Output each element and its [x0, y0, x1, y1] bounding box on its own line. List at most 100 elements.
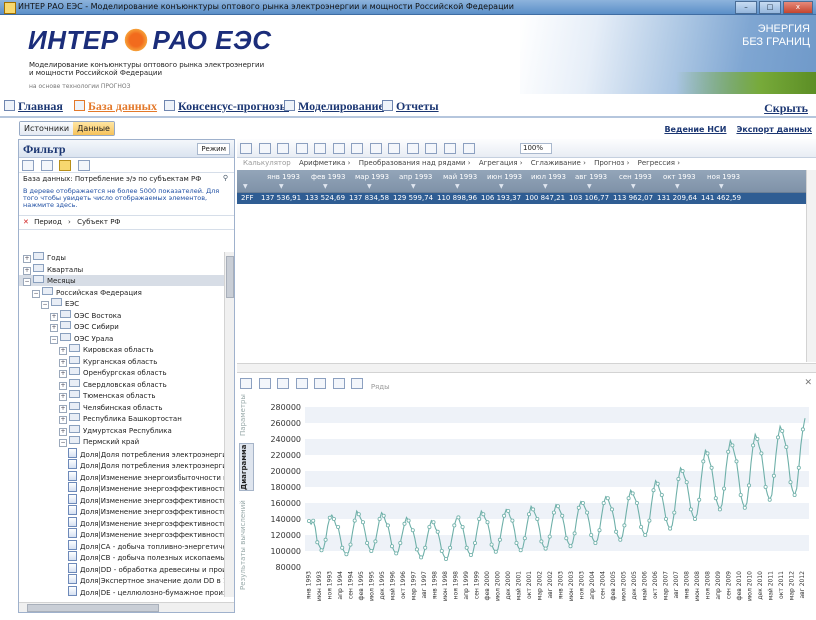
zoom-chart-icon[interactable] — [332, 378, 345, 389]
tree-node[interactable]: − Пермский край — [19, 436, 224, 447]
tree-node[interactable]: Доля|Доля потребления электроэнергии — [19, 447, 224, 459]
tree-node[interactable]: Доля|Доля потребления электроэнергии — [19, 459, 224, 470]
column-header[interactable]: июл 1993 — [531, 173, 566, 181]
tree-node[interactable]: + Оренбургская область — [19, 367, 224, 378]
column-filter-icon[interactable]: ▼ — [543, 183, 548, 190]
tree-node[interactable]: + Удмуртская Республика — [19, 424, 224, 436]
tree-node[interactable]: − ОЭС Урала — [19, 332, 224, 344]
filter-period[interactable]: Период — [34, 218, 62, 226]
series-style-icon[interactable] — [314, 378, 327, 389]
table-icon[interactable] — [240, 143, 252, 154]
expand-toggle-icon[interactable]: + — [59, 370, 67, 378]
tree-node[interactable]: + Челябинская область — [19, 401, 224, 413]
expand-toggle-icon[interactable]: + — [59, 358, 67, 367]
export-icon[interactable] — [314, 143, 327, 154]
tree-hscroll[interactable] — [19, 602, 234, 612]
filter-icon[interactable] — [462, 143, 475, 154]
menu-calculator[interactable]: Калькулятор — [243, 159, 291, 167]
tree-node[interactable]: + Республика Башкортостан — [19, 413, 224, 424]
grid-icon[interactable] — [295, 378, 308, 389]
column-filter-icon[interactable]: ▼ — [243, 183, 248, 190]
zoom-select[interactable]: 100% — [520, 143, 552, 154]
expand-toggle-icon[interactable]: − — [23, 278, 31, 286]
export-chart-icon[interactable] — [351, 378, 364, 389]
tree-node[interactable]: Доля|Изменение энергоэффективности ст — [19, 505, 224, 516]
chart-type-icon[interactable] — [240, 378, 252, 389]
expand-toggle-icon[interactable]: + — [59, 347, 67, 355]
expand-toggle-icon[interactable]: − — [59, 439, 67, 447]
print-icon[interactable] — [277, 143, 290, 154]
nav-database[interactable]: База данных — [74, 99, 157, 114]
table-cell[interactable]: 129 599,74 — [393, 194, 433, 202]
cut-icon[interactable] — [425, 143, 438, 154]
column-header[interactable]: сен 1993 — [619, 173, 652, 181]
expand-toggle-icon[interactable]: + — [23, 266, 31, 275]
tree-node[interactable]: + Курганская область — [19, 355, 224, 367]
clear-filter-icon[interactable]: ✕ — [23, 218, 29, 226]
column-filter-icon[interactable]: ▼ — [675, 183, 680, 190]
expand-toggle-icon[interactable]: + — [50, 324, 58, 332]
column-filter-icon[interactable]: ▼ — [631, 183, 636, 190]
search-icon[interactable]: ⚲ — [223, 174, 228, 182]
menu-regression[interactable]: Регрессия — [638, 159, 675, 167]
menu-transform[interactable]: Преобразования над рядами — [359, 159, 466, 167]
tree-node[interactable]: Доля|DD - обработка древесины и произв — [19, 562, 224, 574]
tree-node[interactable]: + Кварталы — [19, 263, 224, 275]
tab-sources[interactable]: Источники — [20, 122, 74, 135]
column-header[interactable]: июн 1993 — [487, 173, 522, 181]
expand-toggle-icon[interactable]: + — [59, 416, 67, 424]
column-header[interactable]: май 1993 — [443, 173, 477, 181]
nav-consensus[interactable]: Консенсус-прогнозы — [164, 99, 289, 114]
view-icon[interactable] — [40, 160, 53, 171]
column-header[interactable]: окт 1993 — [663, 173, 696, 181]
delete-icon[interactable] — [444, 143, 457, 154]
maximize-button[interactable]: □ — [759, 1, 781, 14]
column-header[interactable]: ноя 1993 — [707, 173, 740, 181]
expand-toggle-icon[interactable]: + — [59, 404, 67, 413]
filter-subject[interactable]: Субъект РФ — [77, 218, 120, 226]
expand-toggle-icon[interactable]: + — [23, 255, 31, 263]
column-filter-icon[interactable]: ▼ — [411, 183, 416, 190]
table-cell[interactable]: 103 106,77 — [569, 194, 609, 202]
filter-icon[interactable] — [59, 160, 72, 171]
expand-toggle-icon[interactable]: − — [50, 335, 58, 344]
expand-toggle-icon[interactable]: + — [59, 381, 67, 390]
export-link[interactable]: Экспорт данных — [736, 125, 812, 134]
nav-home[interactable]: Главная — [4, 99, 63, 114]
table-cell[interactable]: 131 209,64 — [657, 194, 697, 202]
tree-node[interactable]: Доля|Изменение энергоэффективности тр — [19, 516, 224, 528]
mode-dropdown[interactable]: Режим — [197, 143, 230, 155]
grid-vscroll[interactable] — [806, 170, 816, 362]
tab-chart[interactable]: Диаграмма — [239, 443, 254, 491]
menu-aggregation[interactable]: Агрегация — [479, 159, 518, 167]
tree-node[interactable]: + Кировская область — [19, 344, 224, 355]
column-header[interactable]: апр 1993 — [399, 173, 432, 181]
nsi-link[interactable]: Ведение НСИ — [664, 125, 726, 134]
tree-node[interactable]: − Российская Федерация — [19, 286, 224, 298]
table-cell[interactable]: 106 193,37 — [481, 194, 521, 202]
close-button[interactable]: x — [783, 1, 813, 14]
column-filter-icon[interactable]: ▼ — [455, 183, 460, 190]
table-cell[interactable]: 133 524,69 — [305, 194, 345, 202]
expand-toggle-icon[interactable]: − — [41, 301, 49, 309]
copy-icon[interactable] — [388, 143, 401, 154]
tree-node[interactable]: − Месяцы — [19, 275, 224, 286]
tree-node[interactable]: + Свердловская область — [19, 378, 224, 390]
table-cell[interactable]: 137 536,91 — [261, 194, 301, 202]
tree-node[interactable]: + ОЭС Востока — [19, 309, 224, 321]
column-filter-icon[interactable]: ▼ — [367, 183, 372, 190]
column-header[interactable]: мар 1993 — [355, 173, 389, 181]
edit-icon[interactable] — [369, 143, 382, 154]
tab-data[interactable]: Данные — [73, 122, 114, 135]
table-cell[interactable]: 141 462,59 — [701, 194, 741, 202]
menu-smoothing[interactable]: Сглаживание — [531, 159, 581, 167]
column-header[interactable]: янв 1993 — [267, 173, 300, 181]
tree-node[interactable]: Доля|DE - целлюлозно-бумажное произво — [19, 585, 224, 597]
tree-node[interactable]: Доля|Изменение энергоизбыточности на — [19, 470, 224, 482]
table-cell[interactable]: 100 847,21 — [525, 194, 565, 202]
expand-toggle-icon[interactable]: + — [50, 312, 58, 321]
new-icon[interactable] — [22, 160, 34, 171]
save-icon[interactable] — [258, 143, 271, 154]
nav-modeling[interactable]: Моделирование — [284, 99, 384, 114]
hide-link[interactable]: Скрыть — [764, 101, 808, 116]
